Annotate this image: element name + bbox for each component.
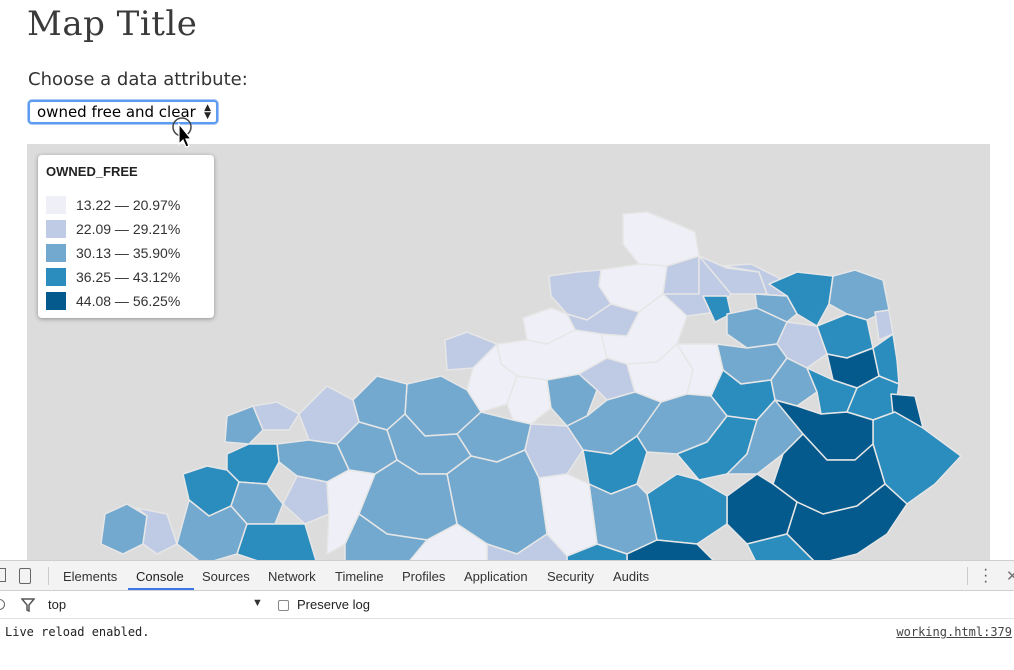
county-region — [100, 503, 148, 555]
county-region — [588, 483, 658, 555]
filter-icon[interactable] — [21, 598, 35, 612]
county-region — [622, 211, 700, 267]
console-source-link[interactable]: working.html:379 — [896, 625, 1012, 639]
tab-application[interactable]: Application — [464, 569, 528, 584]
context-dropdown-icon[interactable]: ▼ — [252, 597, 263, 609]
page-title: Map Title — [27, 4, 198, 44]
context-selector[interactable]: top — [48, 597, 66, 612]
console-output: Live reload enabled. working.html:379 — [0, 619, 1014, 669]
tab-sources[interactable]: Sources — [202, 569, 250, 584]
more-options-icon[interactable]: · · · — [983, 562, 988, 590]
legend-item: 13.22 — 20.97% — [46, 193, 206, 217]
toolbar-divider — [967, 567, 968, 585]
inspect-element-icon[interactable] — [0, 568, 6, 582]
legend-label: 44.08 — 56.25% — [76, 293, 181, 309]
legend-item: 30.13 — 35.90% — [46, 241, 206, 265]
legend-label: 30.13 — 35.90% — [76, 245, 181, 261]
legend-swatch — [46, 292, 66, 310]
console-message: Live reload enabled. — [5, 625, 150, 639]
legend-label: 22.09 — 29.21% — [76, 221, 181, 237]
console-filter-bar: top ▼ Preserve log — [0, 591, 1014, 619]
attribute-label: Choose a data attribute: — [28, 69, 248, 90]
tab-console[interactable]: Console — [136, 569, 184, 584]
map-page: Map Title Choose a data attribute: owned… — [0, 0, 1014, 560]
tab-profiles[interactable]: Profiles — [402, 569, 445, 584]
clear-console-icon[interactable] — [0, 599, 5, 610]
preserve-log-label: Preserve log — [297, 597, 370, 612]
county-region — [646, 473, 728, 545]
tab-network[interactable]: Network — [268, 569, 316, 584]
active-tab-indicator — [128, 588, 194, 590]
close-devtools-icon[interactable]: ✕ — [1006, 567, 1014, 585]
legend-item: 44.08 — 56.25% — [46, 289, 206, 313]
select-arrows-icon: ▲ ▼ — [204, 103, 211, 121]
tab-security[interactable]: Security — [547, 569, 594, 584]
legend-title: OWNED_FREE — [46, 164, 138, 179]
tab-timeline[interactable]: Timeline — [335, 569, 384, 584]
legend-label: 36.25 — 43.12% — [76, 269, 181, 285]
legend-swatch — [46, 196, 66, 214]
legend-label: 13.22 — 20.97% — [76, 197, 181, 213]
legend-swatch — [46, 268, 66, 286]
county-region — [236, 523, 317, 560]
map-legend: OWNED_FREE 13.22 — 20.97% 22.09 — 29.21%… — [38, 155, 214, 318]
device-toolbar-icon[interactable] — [19, 568, 31, 584]
tab-audits[interactable]: Audits — [613, 569, 649, 584]
mouse-cursor-icon — [172, 117, 193, 148]
devtools-panel: Elements Console Sources Network Timelin… — [0, 560, 1014, 670]
devtools-tabbar: Elements Console Sources Network Timelin… — [0, 561, 1014, 591]
county-region — [282, 475, 330, 525]
legend-item: 22.09 — 29.21% — [46, 217, 206, 241]
legend-swatch — [46, 220, 66, 238]
preserve-log-checkbox[interactable] — [278, 600, 289, 611]
legend-item: 36.25 — 43.12% — [46, 265, 206, 289]
legend-swatch — [46, 244, 66, 262]
tab-elements[interactable]: Elements — [63, 569, 117, 584]
toolbar-divider — [48, 567, 49, 585]
